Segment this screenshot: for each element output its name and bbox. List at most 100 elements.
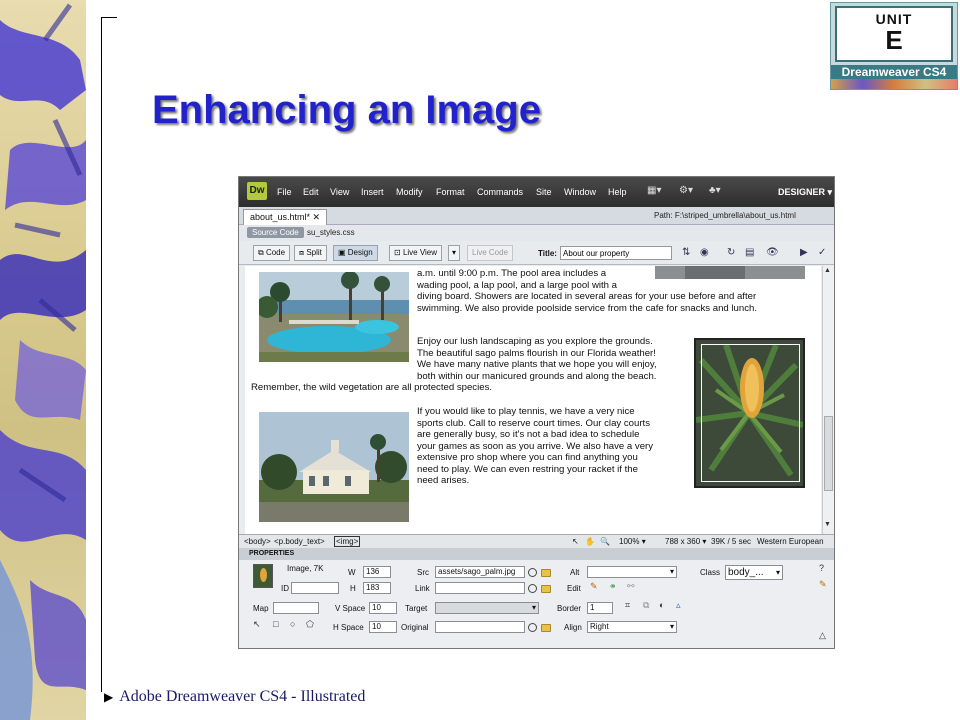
menu-edit[interactable]: Edit [303,187,319,197]
brightness-contrast-icon[interactable]: ◐ [659,600,664,610]
src-input[interactable]: assets/sago_palm.jpg [435,566,525,578]
menu-format[interactable]: Format [436,187,465,197]
design-view-button[interactable]: ▣ Design [333,245,378,261]
hand-tool-icon[interactable]: ✋ [585,537,595,546]
visual-aids-icon[interactable]: 👁 [766,247,779,258]
original-input[interactable] [435,621,525,633]
scroll-up-icon[interactable]: ▲ [824,267,831,274]
edit-label: Edit [567,584,581,593]
original-browse-folder-icon[interactable] [541,624,551,632]
update-icon[interactable]: ⚯ [627,581,635,592]
paragraph-tennis-line: need arises. [417,475,470,486]
tag-img[interactable]: <img> [334,536,361,547]
id-input[interactable] [291,582,339,594]
scroll-down-icon[interactable]: ▼ [824,521,831,528]
menu-site[interactable]: Site [536,187,552,197]
image-thumbnail [253,564,273,588]
code-view-button[interactable]: ⧉ Code [253,245,291,261]
menu-modify[interactable]: Modify [396,187,423,197]
polygon-hotspot-icon[interactable]: ⬠ [306,619,314,630]
hspace-input[interactable]: 10 [369,621,397,633]
workspace-switcher[interactable]: DESIGNER ▾ [778,187,832,198]
collapse-properties-icon[interactable]: △ [819,630,826,641]
tag-body[interactable]: <body> [244,537,271,546]
border-input[interactable]: 1 [587,602,613,614]
live-view-button[interactable]: ⊡ Live View [389,245,443,261]
pool-photo[interactable] [259,272,409,362]
quick-tag-icon[interactable]: ✎ [819,579,827,590]
vspace-input[interactable]: 10 [369,602,397,614]
link-input[interactable] [435,582,525,594]
map-input[interactable] [273,602,319,614]
view-options-icon[interactable]: ▤ [745,247,754,258]
zoom-select[interactable]: 100% ▾ [619,537,646,546]
edit-pencil-icon[interactable]: ✎ [590,581,598,592]
design-view-label: Design [347,248,373,257]
badge-decoration [831,79,957,89]
scrollbar-thumb[interactable] [824,416,833,491]
page-title-input[interactable] [560,246,672,260]
refresh-icon[interactable]: ↻ [727,247,735,258]
window-size[interactable]: 788 x 360 ▾ [665,537,706,546]
menu-view[interactable]: View [330,187,349,197]
source-code-button[interactable]: Source Code [247,227,304,238]
live-code-button[interactable]: Live Code [467,245,514,261]
site-icon[interactable]: ♣▾ [709,185,721,196]
clubhouse-photo[interactable] [259,412,409,522]
paragraph-pool-line: wading pool, a lap pool, and a large poo… [417,279,618,291]
paragraph-landscaping-line: We have many native plants that we hope … [417,359,657,370]
document-tab[interactable]: about_us.html* ✕ [243,209,328,225]
select-tool-icon[interactable]: ↖ [572,537,579,546]
validate-icon[interactable]: ▶ [800,247,808,258]
download-size: 39K / 5 sec [711,537,752,546]
status-bar: <body> <p.body_text> <img> ↖ ✋ 🔍 100% ▾ … [239,534,834,548]
help-icon[interactable]: ? [819,563,824,573]
menu-window[interactable]: Window [564,187,596,197]
menu-help[interactable]: Help [608,187,627,197]
browse-folder-icon[interactable] [541,569,551,577]
paragraph-tennis-line: are generally busy, so it's not a bad id… [417,429,640,440]
live-view-dropdown[interactable]: ▾ [448,245,461,261]
product-name: Dreamweaver CS4 [831,65,957,79]
class-select[interactable]: body_... [725,565,783,580]
split-view-button[interactable]: ⧈ Split [294,245,327,261]
rectangle-hotspot-icon[interactable]: □ [273,619,278,629]
extend-icon[interactable]: ⚙▾ [679,185,693,196]
menu-insert[interactable]: Insert [361,187,384,197]
code-view-label: Code [265,248,286,257]
width-input[interactable]: 136 [363,566,391,578]
path-label: Path: [654,211,673,220]
design-view-scrollbar[interactable]: ▲ ▼ [822,266,834,534]
crop-icon[interactable]: ⌗ [625,600,630,611]
preview-browser-icon[interactable]: ◉ [700,247,709,258]
tag-p-body-text[interactable]: <p.body_text> [274,537,325,546]
original-point-to-file-icon[interactable] [528,623,537,632]
point-to-file-icon[interactable] [528,568,537,577]
circle-hotspot-icon[interactable]: ○ [290,619,295,629]
properties-panel-header[interactable]: PROPERTIES [239,548,834,560]
alt-input[interactable] [587,566,677,578]
sharpen-icon[interactable]: ▵ [676,600,681,611]
link-point-to-file-icon[interactable] [528,584,537,593]
paragraph-tennis: If you would like to play tennis, we hav… [417,406,692,487]
target-label: Target [405,604,428,613]
decorative-painted-strip [0,0,86,720]
design-view[interactable]: a.m. until 9:00 p.m. The pool area inclu… [245,266,821,534]
pointer-hotspot-icon[interactable]: ↖ [253,619,261,630]
css-file-link[interactable]: su_styles.css [307,228,355,237]
path-value: F:\striped_umbrella\about_us.html [674,211,796,220]
resample-icon[interactable]: ⧉ [643,600,649,611]
file-management-icon[interactable]: ⇅ [682,247,690,258]
live-view-label: Live View [402,248,438,257]
menu-file[interactable]: File [277,187,292,197]
zoom-tool-icon[interactable]: 🔍 [600,537,610,546]
layout-icon[interactable]: ▦▾ [647,185,661,196]
optimize-icon[interactable]: ⚭ [609,581,617,592]
paragraph-landscaping-line: The beautiful sago palms flourish in our… [417,347,656,359]
height-input[interactable]: 183 [363,582,391,594]
target-select[interactable] [435,602,539,614]
link-browse-folder-icon[interactable] [541,585,551,593]
menu-commands[interactable]: Commands [477,187,523,197]
align-select[interactable]: Right [587,621,677,633]
check-browser-icon[interactable]: ✓ [818,247,826,258]
